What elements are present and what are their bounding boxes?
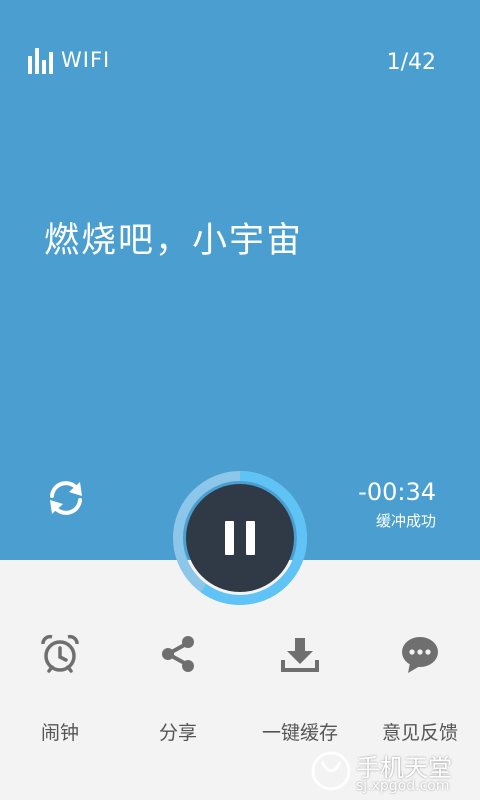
feedback-icon — [402, 637, 438, 673]
feedback-label: 意见反馈 — [381, 722, 458, 744]
share-icon — [162, 636, 194, 672]
refresh-icon — [50, 481, 82, 515]
cache-label: 一键缓存 — [261, 722, 338, 744]
buffer-status: 缓冲成功 — [375, 512, 436, 530]
remaining-time: -00:34 — [358, 478, 436, 506]
share-button[interactable]: 分享 — [118, 630, 238, 744]
alarm-label: 闹钟 — [40, 722, 79, 744]
download-icon — [281, 638, 319, 672]
network-indicator: WIFI — [28, 46, 110, 74]
feedback-button[interactable]: 意见反馈 — [360, 630, 480, 744]
playback-time-block: -00:34 缓冲成功 — [358, 478, 436, 531]
share-label: 分享 — [158, 722, 197, 744]
pause-icon-bar-right — [246, 521, 255, 555]
signal-bars-icon — [28, 46, 53, 74]
cache-button[interactable]: 一键缓存 — [240, 630, 360, 744]
action-bar: 闹钟 分享 一键缓存 意见反馈 — [0, 630, 480, 744]
pause-button[interactable] — [186, 484, 294, 592]
alarm-clock-icon — [41, 634, 79, 673]
alarm-button[interactable]: 闹钟 — [0, 630, 120, 744]
watermark-url: sj.xpgod.com — [356, 778, 450, 794]
refresh-button[interactable] — [40, 472, 92, 524]
track-title: 燃烧吧，小宇宙 — [44, 221, 304, 261]
network-label: WIFI — [61, 48, 111, 72]
track-counter: 1/42 — [386, 50, 436, 75]
watermark: 手机天堂 sj.xpgod.com — [310, 748, 480, 800]
pause-icon-bar-left — [225, 521, 234, 555]
watermark-logo-icon — [311, 751, 351, 791]
